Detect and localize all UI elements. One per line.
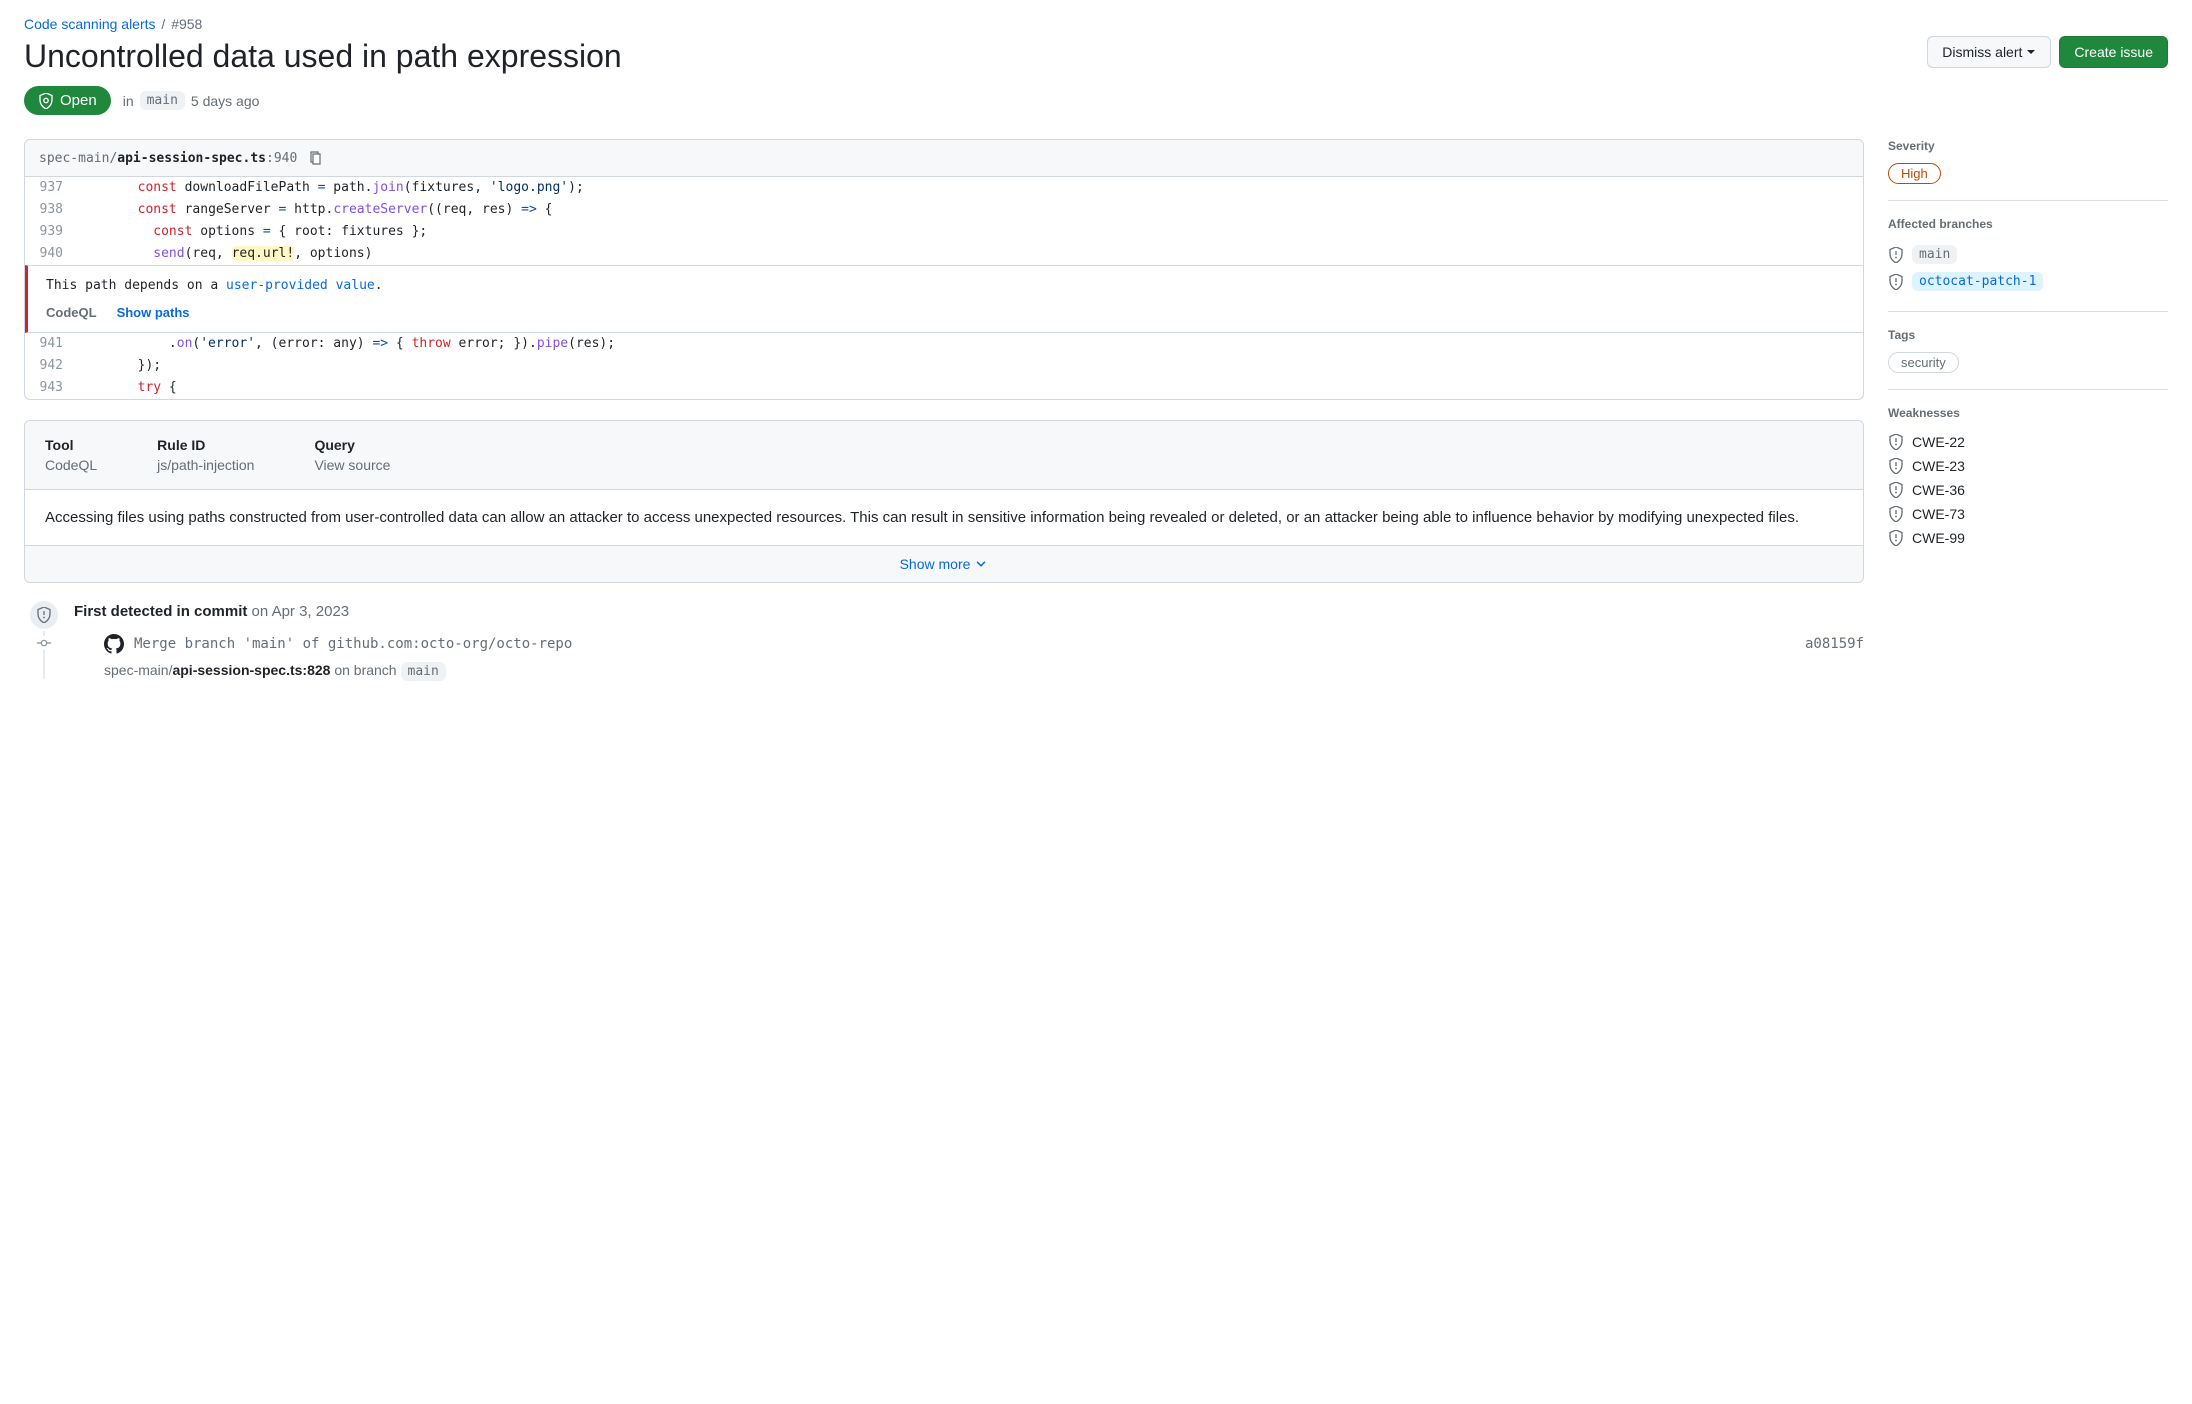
weakness-item[interactable]: CWE-99 — [1888, 526, 2168, 550]
commit-icon — [37, 635, 51, 651]
shield-alert-icon — [1888, 247, 1904, 263]
branch-label: main — [1912, 245, 1957, 264]
avatar[interactable] — [104, 634, 124, 654]
tags-heading: Tags — [1888, 328, 2168, 342]
branch-label: octocat-patch-1 — [1912, 272, 2043, 291]
rule-id-heading: Rule ID — [157, 437, 254, 453]
shield-alert-icon — [1888, 458, 1904, 474]
tag-pill[interactable]: security — [1888, 352, 1959, 373]
page-title: Uncontrolled data used in path expressio… — [24, 36, 622, 76]
affected-branches-heading: Affected branches — [1888, 217, 2168, 231]
commit-message[interactable]: Merge branch 'main' of github.com:octo-o… — [134, 636, 1795, 652]
alert-message: This path depends on a user-provided val… — [25, 265, 1863, 333]
chevron-down-icon — [974, 557, 988, 571]
affected-branch-item[interactable]: main — [1888, 241, 2168, 268]
breadcrumb-separator: / — [159, 16, 167, 32]
code-file-path[interactable]: spec-main/api-session-spec.ts:940 — [39, 151, 297, 166]
shield-alert-icon — [1888, 482, 1904, 498]
shield-icon — [36, 607, 52, 623]
dismiss-alert-button[interactable]: Dismiss alert — [1927, 36, 2051, 68]
shield-alert-icon — [1888, 506, 1904, 522]
severity-pill: High — [1888, 163, 1941, 184]
severity-heading: Severity — [1888, 139, 2168, 153]
weakness-item[interactable]: CWE-23 — [1888, 454, 2168, 478]
weakness-item[interactable]: CWE-73 — [1888, 502, 2168, 526]
user-provided-value-link[interactable]: user-provided value — [226, 278, 375, 293]
copy-path-button[interactable] — [307, 150, 323, 166]
tool-value: CodeQL — [45, 457, 97, 473]
timeline-file-path[interactable]: spec-main/api-session-spec.ts:828 — [104, 662, 330, 678]
shield-alert-icon — [1888, 530, 1904, 546]
show-paths-button[interactable]: Show paths — [117, 305, 190, 320]
timeline-commit-node — [37, 636, 51, 650]
sidebar: Severity High Affected branches main octo… — [1888, 139, 2168, 582]
code-snippet-after: 941 .on('error', (error: any) => { throw… — [25, 333, 1863, 399]
weakness-item[interactable]: CWE-36 — [1888, 478, 2168, 502]
status-branch[interactable]: main — [140, 91, 185, 110]
timeline-detect-badge — [28, 599, 60, 631]
status-in: in — [123, 93, 134, 109]
affected-branch-item[interactable]: octocat-patch-1 — [1888, 268, 2168, 295]
status-badge: Open — [24, 86, 111, 115]
octocat-icon — [104, 634, 124, 654]
shield-alert-icon — [1888, 434, 1904, 450]
first-detected-date: on Apr 3, 2023 — [247, 603, 349, 620]
show-more-button[interactable]: Show more — [900, 556, 989, 572]
alert-timeline: First detected in commit on Apr 3, 2023 … — [24, 603, 1864, 679]
rule-description: Accessing files using paths constructed … — [25, 490, 1863, 546]
analysis-tool-label: CodeQL — [46, 305, 97, 320]
caret-down-icon — [2026, 47, 2036, 57]
rule-details-card: Tool CodeQL Rule ID js/path-injection Qu… — [24, 420, 1864, 583]
first-detected-label: First detected in commit — [74, 603, 247, 620]
code-snippet: 937 const downloadFilePath = path.join(f… — [25, 177, 1863, 265]
status-label: Open — [60, 92, 97, 109]
copy-icon — [307, 150, 323, 166]
shield-alert-icon — [1888, 274, 1904, 290]
shield-open-icon — [38, 93, 54, 109]
view-source-link[interactable]: View source — [314, 457, 390, 473]
tool-heading: Tool — [45, 437, 97, 453]
weaknesses-heading: Weaknesses — [1888, 406, 2168, 420]
create-issue-button[interactable]: Create issue — [2059, 36, 2168, 68]
breadcrumb: Code scanning alerts / #958 — [24, 16, 2168, 32]
breadcrumb-id: #958 — [171, 16, 202, 32]
weakness-item[interactable]: CWE-22 — [1888, 430, 2168, 454]
breadcrumb-parent-link[interactable]: Code scanning alerts — [24, 16, 156, 32]
commit-sha[interactable]: a08159f — [1805, 636, 1864, 652]
timeline-branch[interactable]: main — [401, 662, 446, 681]
rule-id-value: js/path-injection — [157, 457, 254, 473]
status-age: 5 days ago — [191, 93, 260, 109]
code-location-card: spec-main/api-session-spec.ts:940 937 co… — [24, 139, 1864, 400]
query-heading: Query — [314, 437, 390, 453]
